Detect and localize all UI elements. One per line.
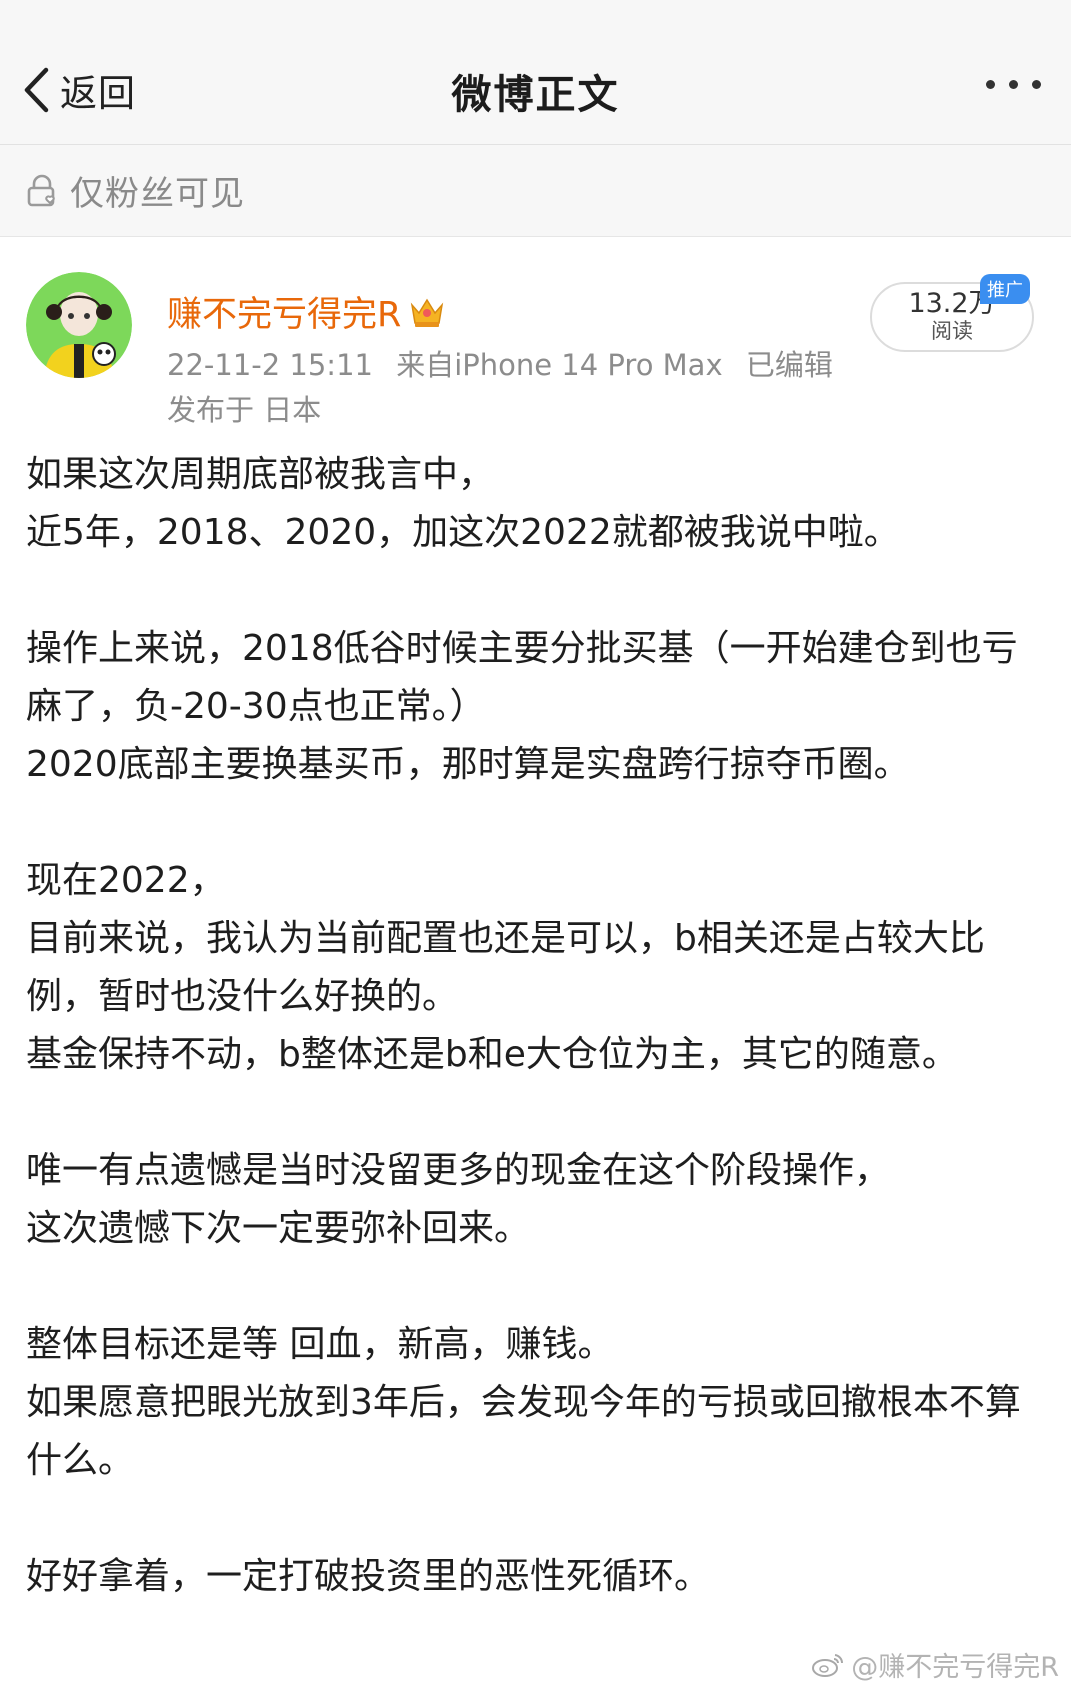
author-name[interactable]: 赚不完亏得完R — [167, 286, 445, 337]
post-line: 现在2022， — [26, 860, 226, 901]
post-line: 操作上来说，2018低谷时候主要分批买基（一开始建仓到也亏麻了，负-20-30点… — [26, 628, 1018, 727]
top-navigation-bar: 返回 微博正文 — [0, 0, 1071, 145]
page-title: 微博正文 — [451, 72, 620, 118]
post-meta: 22-11-2 15:11 来自iPhone 14 Pro Max 已编辑 — [167, 342, 833, 384]
post-line: 这次遗憾下次一定要弥补回来。 — [26, 1208, 531, 1249]
avatar[interactable] — [26, 272, 132, 378]
vip-crown-icon — [411, 298, 444, 327]
chevron-left-icon — [24, 67, 49, 113]
post-paragraph: 唯一有点遗憾是当时没留更多的现金在这个阶段操作， 这次遗憾下次一定要弥补回来。 — [26, 1142, 1036, 1258]
fans-only-lock-icon — [27, 174, 55, 206]
promote-badge[interactable]: 推广 — [980, 274, 1030, 304]
post-paragraph: 现在2022， 目前来说，我认为当前配置也还是可以，b相关还是占较大比例，暂时也没… — [26, 852, 1036, 1084]
post-line: 如果这次周期底部被我言中， — [26, 454, 495, 495]
back-label: 返回 — [60, 72, 136, 115]
post-paragraph: 整体目标还是等 回血，新高，赚钱。如果愿意把眼光放到3年后，会发现今年的亏损或回… — [26, 1316, 1036, 1490]
post-date: 22-11-2 15:11 — [167, 348, 373, 382]
author-name-text: 赚不完亏得完R — [167, 295, 402, 335]
post-line: 基金保持不动，b整体还是b和e大仓位为主，其它的随意。 — [26, 1034, 958, 1075]
post-body: 如果这次周期底部被我言中， 近5年，2018、2020，加这次2022就都被我说中… — [26, 446, 1036, 1606]
post-line: 近5年，2018、2020，加这次2022就都被我说中啦。 — [26, 512, 900, 553]
post-paragraph: 如果这次周期底部被我言中， 近5年，2018、2020，加这次2022就都被我说中… — [26, 446, 1036, 562]
post-source: 来自iPhone 14 Pro Max — [396, 348, 723, 382]
watermark: @赚不完亏得完R — [811, 1645, 1059, 1684]
more-options-icon[interactable] — [986, 80, 1041, 89]
post-line: 整体目标还是等 回血，新高，赚钱。 — [26, 1324, 614, 1365]
avatar-image — [26, 272, 132, 378]
post-line: 如果愿意把眼光放到3年后，会发现今年的亏损或回撤根本不算什么。 — [26, 1382, 1021, 1481]
post-line: 好好拿着，一定打破投资里的恶性死循环。 — [26, 1556, 711, 1597]
visibility-label: 仅粉丝可见 — [70, 174, 245, 214]
weibo-logo-icon — [812, 1653, 844, 1677]
post-location: 发布于 日本 — [167, 393, 322, 427]
post-paragraph: 好好拿着，一定打破投资里的恶性死循环。 — [26, 1548, 1036, 1606]
watermark-text: @赚不完亏得完R — [851, 1652, 1059, 1683]
read-label: 阅读 — [931, 319, 973, 343]
back-button[interactable]: 返回 — [22, 62, 136, 118]
post-line: 目前来说，我认为当前配置也还是可以，b相关还是占较大比例，暂时也没什么好换的。 — [26, 918, 985, 1017]
post-line: 唯一有点遗憾是当时没留更多的现金在这个阶段操作， — [26, 1150, 891, 1191]
edited-label[interactable]: 已编辑 — [746, 348, 833, 382]
post-line: 2020底部主要换基买币，那时算是实盘跨行掠夺币圈。 — [26, 744, 910, 785]
post-paragraph: 操作上来说，2018低谷时候主要分批买基（一开始建仓到也亏麻了，负-20-30点… — [26, 620, 1036, 794]
visibility-banner: 仅粉丝可见 — [0, 145, 1071, 237]
